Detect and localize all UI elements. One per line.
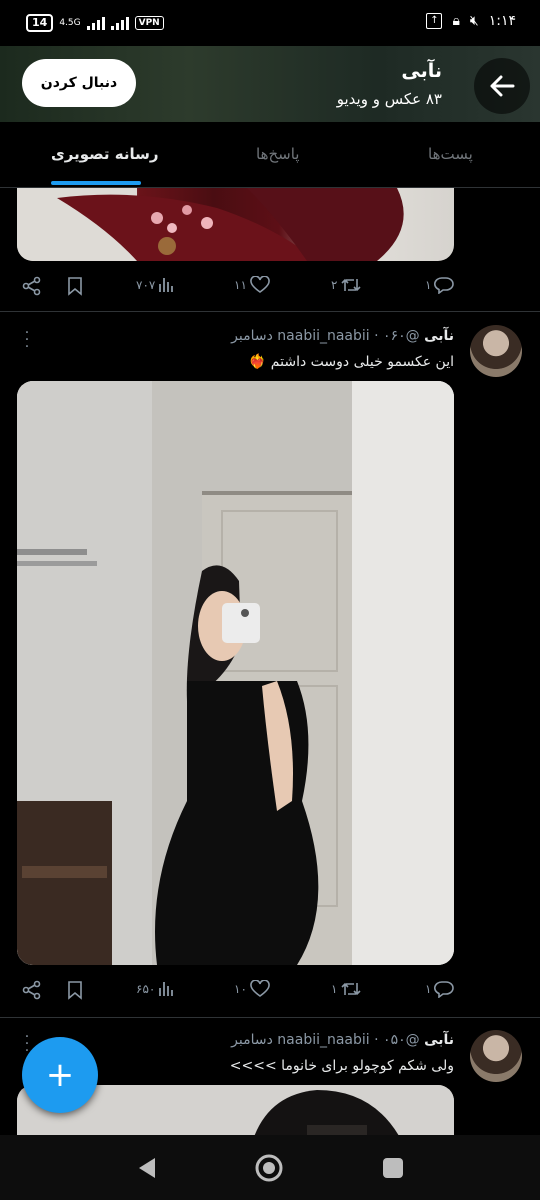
heart-icon [250, 276, 270, 293]
follow-button[interactable]: دنبال کردن [22, 59, 136, 107]
signal-icon [86, 16, 105, 30]
replies-count: ۱ [425, 982, 432, 996]
bookmark-button[interactable] [66, 980, 84, 1000]
views-button[interactable]: ۷۰۷ [136, 276, 174, 294]
plus-icon: + [45, 1055, 75, 1095]
reposts-count: ۲ [331, 278, 338, 292]
status-bar: 14 4.5G VPN ↑ 🔒︎ 🔇︎ ۱:۱۴ [0, 0, 540, 46]
repost-button[interactable]: ۱ [331, 980, 362, 998]
post-text: این عکسمو خیلی دوست داشتم ❤️‍🔥 [248, 354, 454, 370]
media-feed[interactable]: ۷۰۷ ۱۱ ۲ ۱ · · · نآبی @naabii_naabii · ۰۶۰… [0, 188, 540, 1135]
tab-posts[interactable]: پست‌ها [428, 122, 473, 187]
active-tab-indicator [51, 181, 141, 185]
bookmark-button[interactable] [66, 276, 84, 296]
network-type: 4.5G [59, 17, 81, 28]
post-image[interactable] [17, 188, 454, 261]
post-text: ولی شکم کوچولو برای خانوما >>>> [229, 1058, 454, 1074]
bookmark-icon [68, 981, 82, 1000]
compose-button[interactable]: + [22, 1037, 98, 1113]
media-count: ۸۳ عکس و ویدیو [336, 90, 442, 108]
arrow-left-icon [490, 75, 515, 97]
signal-icon-2 [110, 16, 129, 30]
clock: ۱:۱۴ [488, 13, 516, 29]
profile-name: نآبی [401, 60, 442, 82]
repost-button[interactable]: ۲ [331, 276, 362, 294]
like-button[interactable]: ۱۰ [234, 980, 270, 998]
tab-media[interactable]: رسانه تصویری [51, 122, 159, 187]
recents-nav-icon[interactable] [382, 1157, 404, 1179]
replies-count: ۱ [425, 278, 432, 292]
reply-icon [434, 277, 455, 294]
author-name[interactable]: نآبی [424, 1032, 454, 1048]
views-icon [159, 278, 174, 292]
views-count: ۷۰۷ [136, 278, 156, 292]
upload-icon: ↑ [426, 13, 443, 29]
tab-bar: رسانه تصویری پاسخ‌ها پست‌ها [0, 122, 540, 188]
share-icon [22, 980, 41, 1000]
profile-header: دنبال کردن نآبی ۸۳ عکس و ویدیو [0, 46, 540, 122]
like-button[interactable]: ۱۱ [234, 276, 270, 294]
post-actions: ۶۵۰ ۱۰ ۱ ۱ [22, 980, 462, 1004]
reply-icon [434, 981, 455, 998]
home-nav-icon[interactable] [254, 1153, 284, 1183]
post-image[interactable] [17, 381, 454, 965]
share-button[interactable] [22, 980, 42, 1000]
reply-button[interactable]: ۱ [425, 276, 455, 294]
repost-icon [341, 982, 362, 996]
vpn-badge: VPN [134, 16, 164, 30]
avatar[interactable] [470, 1030, 522, 1082]
likes-count: ۱۱ [234, 278, 247, 292]
reposts-count: ۱ [331, 982, 338, 996]
post-divider [0, 1017, 540, 1018]
flower-image [17, 188, 404, 261]
back-nav-icon[interactable] [136, 1156, 158, 1180]
author-name[interactable]: نآبی [424, 328, 454, 344]
share-icon [22, 276, 41, 296]
views-count: ۶۵۰ [136, 982, 156, 996]
lock-icon: 🔒︎ [452, 13, 460, 29]
tab-replies[interactable]: پاسخ‌ها [256, 122, 299, 187]
likes-count: ۱۰ [234, 982, 247, 996]
mute-icon: 🔇︎ [469, 13, 479, 29]
heart-icon [250, 980, 270, 997]
bookmark-icon [68, 277, 82, 296]
more-options-icon[interactable]: · · · [22, 326, 32, 354]
back-button[interactable] [474, 58, 530, 114]
views-icon [159, 982, 174, 996]
reply-button[interactable]: ۱ [425, 980, 455, 998]
system-nav-bar [0, 1135, 540, 1200]
post-header: نآبی @naabii_naabii · ۰۶۰ دسامبر [231, 328, 454, 344]
repost-icon [341, 278, 362, 292]
post-divider [0, 311, 540, 312]
views-button[interactable]: ۶۵۰ [136, 980, 174, 998]
post-header: نآبی @naabii_naabii · ۰۵۰ دسامبر [231, 1032, 454, 1048]
post-actions: ۷۰۷ ۱۱ ۲ ۱ [22, 276, 462, 300]
mirror-selfie-image [17, 381, 454, 965]
share-button[interactable] [22, 276, 42, 296]
avatar[interactable] [470, 325, 522, 377]
battery-icon: 14 [26, 14, 54, 32]
